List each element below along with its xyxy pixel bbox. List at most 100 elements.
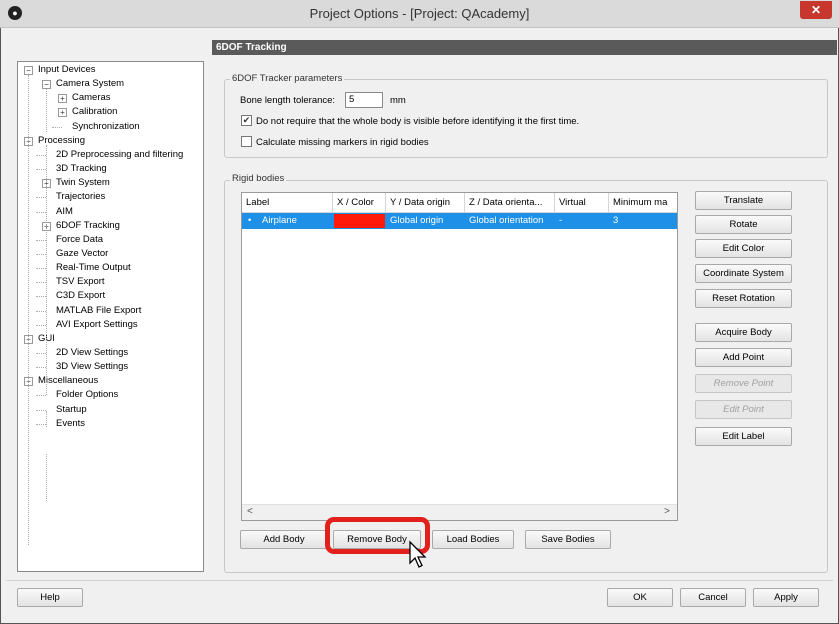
acquire-body-button[interactable]: Acquire Body (695, 323, 792, 342)
tree-item[interactable]: Calibration (72, 106, 117, 118)
tree-connector (36, 324, 46, 326)
window-title: Project Options - [Project: QAcademy] (309, 6, 530, 21)
tree-item[interactable]: 2D View Settings (56, 347, 128, 359)
mouse-pointer-icon (409, 540, 427, 568)
options-tree[interactable]: − Input Devices − Camera System + Cameras + Cal… (17, 61, 204, 572)
bone-length-input[interactable]: 5 (345, 92, 383, 108)
coordinate-system-button[interactable]: Coordinate System (695, 264, 792, 283)
collapse-icon[interactable]: − (24, 66, 33, 75)
tree-item[interactable]: Events (56, 418, 85, 430)
edit-point-button: Edit Point (695, 400, 792, 419)
bone-length-label: Bone length tolerance: (240, 95, 336, 106)
row-label: Airplane (262, 215, 297, 226)
tree-item[interactable]: Input Devices (38, 64, 96, 76)
expand-icon[interactable]: + (58, 108, 67, 118)
tree-connector (36, 353, 46, 354)
tree-connector (36, 268, 46, 270)
calculate-missing-label: Calculate missing markers in rigid bodie… (256, 137, 429, 148)
tracker-parameters-label: 6DOF Tracker parameters (230, 73, 345, 84)
column-header-y-origin[interactable]: Y / Data origin (386, 193, 465, 213)
load-bodies-button[interactable]: Load Bodies (432, 530, 514, 549)
tree-item[interactable]: AIM (56, 206, 73, 218)
require-whole-body-checkbox[interactable]: ✔ (241, 115, 252, 126)
tree-connector (36, 367, 46, 369)
tree-guide-line (46, 411, 47, 427)
tree-item[interactable]: 6DOF Tracking (56, 220, 120, 232)
row-data-orientation: Global orientation (469, 215, 544, 226)
close-icon[interactable]: ✕ (800, 1, 832, 19)
tree-guide-line (46, 454, 47, 501)
tree-connector (36, 310, 46, 312)
tree-item[interactable]: Real-Time Output (56, 262, 131, 274)
calculate-missing-checkbox[interactable] (241, 136, 252, 147)
tree-guide-line (28, 75, 29, 545)
tree-connector (36, 197, 46, 199)
tree-item[interactable]: Miscellaneous (38, 375, 98, 387)
cancel-button[interactable]: Cancel (680, 588, 746, 607)
expand-icon[interactable]: + (58, 94, 67, 104)
tree-item[interactable]: C3D Export (56, 290, 105, 302)
tree-guide-line (46, 89, 47, 132)
tree-item[interactable]: AVI Export Settings (56, 319, 138, 331)
tree-item[interactable]: Cameras (72, 92, 111, 104)
tree-item[interactable]: 3D Tracking (56, 163, 107, 175)
tree-item[interactable]: Gaze Vector (56, 248, 108, 260)
row-virtual: - (559, 215, 563, 226)
collapse-icon[interactable]: − (42, 80, 51, 90)
scroll-right-icon[interactable]: > (664, 506, 670, 517)
tree-item[interactable]: 3D View Settings (56, 361, 128, 373)
tree-item[interactable]: MATLAB File Export (56, 305, 141, 317)
row-bullet: • (248, 215, 252, 226)
tree-connector (52, 126, 62, 128)
row-color-swatch[interactable] (334, 214, 385, 228)
column-header-z-orientation[interactable]: Z / Data orienta... (465, 193, 555, 213)
rotate-button[interactable]: Rotate (695, 215, 792, 234)
apply-button[interactable]: Apply (753, 588, 819, 607)
ok-button[interactable]: OK (607, 588, 673, 607)
horizontal-scrollbar[interactable]: < > (242, 504, 677, 520)
row-data-origin: Global origin (390, 215, 444, 226)
reset-rotation-button[interactable]: Reset Rotation (695, 289, 792, 308)
tree-connector (36, 282, 46, 284)
save-bodies-button[interactable]: Save Bodies (525, 530, 611, 549)
column-header-label[interactable]: Label (242, 193, 333, 213)
tree-connector (36, 395, 46, 397)
tree-item[interactable]: Trajectories (56, 191, 105, 203)
tree-connector (36, 296, 46, 298)
translate-button[interactable]: Translate (695, 191, 792, 210)
tree-item[interactable]: Folder Options (56, 389, 118, 401)
tree-item[interactable]: Startup (56, 404, 87, 416)
tree-item[interactable]: 2D Preprocessing and filtering (56, 149, 183, 161)
tree-connector (36, 409, 46, 411)
tree-connector (36, 154, 46, 156)
column-header-virtual[interactable]: Virtual (555, 193, 609, 213)
add-body-button[interactable]: Add Body (240, 530, 328, 549)
tree-connector (36, 169, 46, 171)
edit-color-button[interactable]: Edit Color (695, 239, 792, 258)
tree-connector (36, 239, 46, 241)
require-whole-body-label: Do not require that the whole body is vi… (256, 116, 580, 127)
title-bar: ● Project Options - [Project: QAcademy] … (0, 0, 839, 28)
column-header-x-color[interactable]: X / Color (333, 193, 386, 213)
scroll-left-icon[interactable]: < (247, 506, 253, 517)
tree-connector (36, 211, 46, 213)
tree-guide-line (46, 145, 47, 395)
remove-point-button: Remove Point (695, 374, 792, 393)
tree-item[interactable]: Twin System (56, 177, 110, 189)
tree-item[interactable]: Camera System (56, 78, 124, 90)
tree-item[interactable]: Synchronization (72, 121, 140, 133)
rigid-bodies-list[interactable]: Label X / Color Y / Data origin Z / Data… (241, 192, 678, 521)
tree-connector (36, 423, 46, 425)
tree-item[interactable]: TSV Export (56, 276, 105, 288)
edit-label-button[interactable]: Edit Label (695, 427, 792, 446)
tree-connector (36, 253, 46, 255)
tree-item[interactable]: Force Data (56, 234, 103, 246)
add-point-button[interactable]: Add Point (695, 348, 792, 367)
rigid-bodies-label: Rigid bodies (230, 173, 287, 184)
row-minimum-markers: 3 (613, 215, 619, 226)
help-button[interactable]: Help (17, 588, 83, 607)
project-options-window: ● Project Options - [Project: QAcademy] … (0, 0, 839, 624)
section-header: 6DOF Tracking (212, 40, 837, 55)
column-header-minimum-markers[interactable]: Minimum ma (609, 193, 677, 213)
footer-separator (6, 580, 833, 581)
